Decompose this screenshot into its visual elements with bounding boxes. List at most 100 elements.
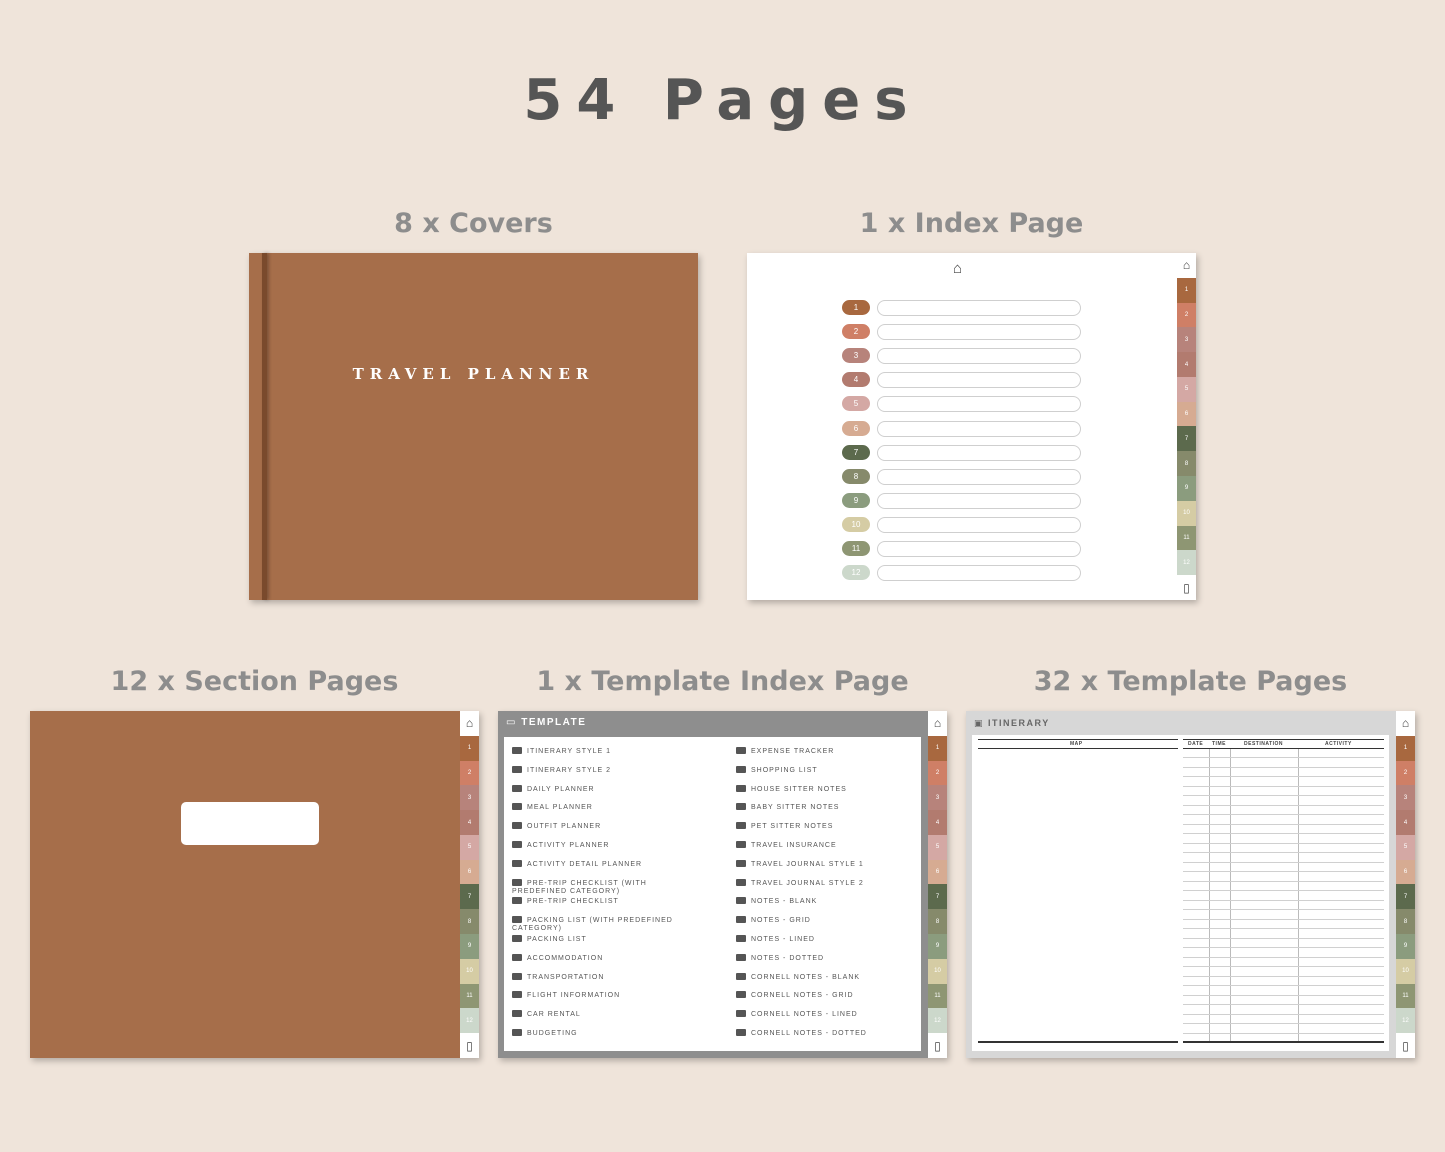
template-link[interactable]: NOTES - LINED <box>736 935 926 944</box>
index-number-pill[interactable]: 2 <box>842 324 870 340</box>
home-icon[interactable]: ⌂ <box>928 711 947 736</box>
home-icon[interactable]: ⌂ <box>1396 711 1415 736</box>
tab-9[interactable]: 9 <box>1396 934 1415 959</box>
tab-8[interactable]: 8 <box>460 909 479 935</box>
tab-7[interactable]: 7 <box>460 884 479 910</box>
tab-12[interactable]: 12 <box>1396 1008 1415 1034</box>
index-number-pill[interactable]: 4 <box>842 372 870 388</box>
table-row[interactable] <box>1183 757 1384 758</box>
table-row[interactable] <box>1183 785 1384 787</box>
template-link[interactable]: PRE-TRIP CHECKLIST (WITH PREDEFINED CATE… <box>512 878 702 896</box>
index-number-pill[interactable]: 5 <box>842 396 870 412</box>
template-link[interactable]: FLIGHT INFORMATION <box>512 991 702 1000</box>
tab-3[interactable]: 3 <box>1396 785 1415 811</box>
tab-10[interactable]: 10 <box>460 958 479 984</box>
tab-2[interactable]: 2 <box>928 760 947 786</box>
tab-8[interactable]: 8 <box>1177 451 1196 477</box>
template-link[interactable]: ACTIVITY PLANNER <box>512 841 702 850</box>
table-row[interactable] <box>1183 899 1384 901</box>
table-row[interactable] <box>1183 928 1384 929</box>
index-entry-field[interactable] <box>877 516 1081 533</box>
home-icon[interactable]: ⌂ <box>1177 253 1196 278</box>
template-link[interactable]: CORNELL NOTES - BLANK <box>736 972 926 982</box>
index-entry-field[interactable] <box>877 420 1081 437</box>
tab-9[interactable]: 9 <box>460 934 479 959</box>
tab-4[interactable]: 4 <box>1177 352 1196 377</box>
table-row[interactable] <box>1183 776 1384 777</box>
tab-1[interactable]: 1 <box>1396 735 1415 761</box>
home-icon[interactable]: ⌂ <box>460 711 479 736</box>
tab-6[interactable]: 6 <box>1396 859 1415 885</box>
template-link[interactable]: PACKING LIST (WITH PREDEFINED CATEGORY) <box>512 916 702 933</box>
index-number-pill[interactable]: 11 <box>842 541 870 556</box>
template-link[interactable]: BABY SITTER NOTES <box>736 803 926 812</box>
clipboard-icon[interactable]: ▯ <box>460 1033 479 1058</box>
table-row[interactable] <box>1183 1023 1384 1024</box>
template-link[interactable]: NOTES - DOTTED <box>736 953 926 963</box>
index-entry-field[interactable] <box>877 396 1081 413</box>
tab-6[interactable]: 6 <box>460 859 479 885</box>
tab-3[interactable]: 3 <box>928 785 947 811</box>
index-number-pill[interactable]: 12 <box>842 565 870 581</box>
table-row[interactable] <box>1183 833 1384 834</box>
template-link[interactable]: MEAL PLANNER <box>512 803 702 812</box>
tab-5[interactable]: 5 <box>1177 376 1196 402</box>
table-row[interactable] <box>1183 1032 1384 1034</box>
template-link[interactable]: HOUSE SITTER NOTES <box>736 784 926 794</box>
index-number-pill[interactable]: 6 <box>842 420 870 436</box>
index-number-pill[interactable]: 8 <box>842 468 870 484</box>
tab-1[interactable]: 1 <box>928 735 947 761</box>
tab-9[interactable]: 9 <box>1177 476 1196 501</box>
table-row[interactable] <box>1183 861 1384 863</box>
tab-5[interactable]: 5 <box>928 834 947 860</box>
tab-9[interactable]: 9 <box>928 934 947 959</box>
tab-2[interactable]: 2 <box>1396 760 1415 786</box>
tab-12[interactable]: 12 <box>460 1008 479 1034</box>
tab-5[interactable]: 5 <box>1396 834 1415 860</box>
table-row[interactable] <box>1183 804 1384 806</box>
index-number-pill[interactable]: 10 <box>842 516 870 532</box>
template-link[interactable]: OUTFIT PLANNER <box>512 822 702 831</box>
tab-12[interactable]: 12 <box>928 1008 947 1034</box>
template-link[interactable]: BUDGETING <box>512 1029 702 1038</box>
tab-7[interactable]: 7 <box>928 884 947 910</box>
template-link[interactable]: DAILY PLANNER <box>512 784 702 794</box>
table-row[interactable] <box>1183 795 1384 796</box>
table-row[interactable] <box>1183 918 1384 920</box>
index-entry-field[interactable] <box>877 324 1081 341</box>
tab-11[interactable]: 11 <box>1396 983 1415 1009</box>
table-row[interactable] <box>1183 766 1384 768</box>
tab-12[interactable]: 12 <box>1177 550 1196 576</box>
index-number-pill[interactable]: 7 <box>842 444 870 460</box>
template-link[interactable]: TRAVEL JOURNAL STYLE 2 <box>736 878 926 888</box>
tab-8[interactable]: 8 <box>928 909 947 935</box>
template-link[interactable]: ACCOMMODATION <box>512 953 702 963</box>
template-link[interactable]: PET SITTER NOTES <box>736 822 926 831</box>
index-number-pill[interactable]: 1 <box>842 300 870 315</box>
table-row[interactable] <box>1183 975 1384 977</box>
tab-6[interactable]: 6 <box>928 859 947 885</box>
tab-2[interactable]: 2 <box>460 760 479 786</box>
tab-11[interactable]: 11 <box>460 983 479 1009</box>
tab-4[interactable]: 4 <box>1396 810 1415 835</box>
table-row[interactable] <box>1183 823 1384 825</box>
index-entry-field[interactable] <box>877 492 1081 509</box>
tab-4[interactable]: 4 <box>928 810 947 835</box>
tab-10[interactable]: 10 <box>1177 500 1196 526</box>
template-link[interactable]: SHOPPING LIST <box>736 765 926 775</box>
index-entry-field[interactable] <box>877 348 1081 365</box>
tab-3[interactable]: 3 <box>460 785 479 811</box>
tab-10[interactable]: 10 <box>928 958 947 984</box>
index-entry-field[interactable] <box>877 565 1081 582</box>
table-row[interactable] <box>1183 1004 1384 1005</box>
index-entry-field[interactable] <box>877 372 1081 389</box>
tab-7[interactable]: 7 <box>1396 884 1415 910</box>
tab-8[interactable]: 8 <box>1396 909 1415 935</box>
tab-3[interactable]: 3 <box>1177 327 1196 353</box>
table-row[interactable] <box>1183 909 1384 910</box>
template-link[interactable]: NOTES - GRID <box>736 916 926 925</box>
table-row[interactable] <box>1183 890 1384 891</box>
template-link[interactable]: TRANSPORTATION <box>512 972 702 982</box>
table-row[interactable] <box>1183 1013 1384 1015</box>
template-link[interactable]: CAR RENTAL <box>512 1010 702 1019</box>
